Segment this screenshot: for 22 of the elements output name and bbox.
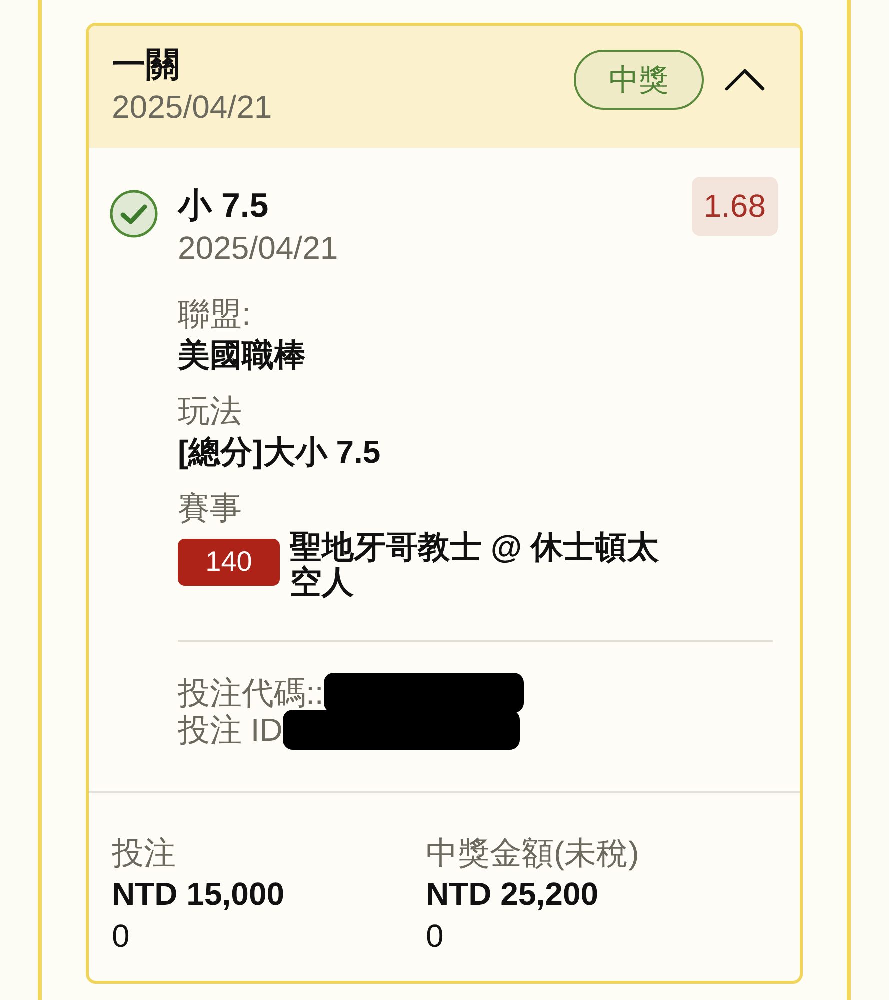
field-label: 聯盟:	[178, 294, 252, 334]
status-badge: 中獎	[574, 50, 704, 110]
summary-label: 中獎金額(未稅)	[426, 834, 640, 873]
summary-label: 投注	[112, 834, 177, 873]
selection-date: 2025/04/21	[178, 228, 340, 268]
chevron-up-icon[interactable]	[725, 69, 765, 91]
field-value: [總分]大小 7.5	[178, 433, 382, 472]
ticket-date: 2025/04/21	[112, 88, 272, 128]
ticket-title: 一關	[112, 45, 181, 86]
selection-name: 小 7.5	[178, 186, 270, 227]
code-label: 投注 ID	[178, 712, 283, 749]
field-label: 玩法	[178, 392, 243, 431]
field-label: 賽事	[178, 488, 243, 528]
match-name: 聖地牙哥教士 @ 休士頓太空人	[290, 530, 660, 600]
field-value: 美國職棒	[178, 336, 307, 376]
game-number-badge: 140	[178, 538, 280, 586]
code-label: 投注代碼::	[178, 674, 324, 712]
summary-value: 0	[426, 916, 445, 956]
summary-amount: NTD 15,000	[112, 875, 286, 914]
odds-badge: 1.68	[692, 176, 778, 236]
summary-amount: NTD 25,200	[426, 875, 600, 914]
summary-value: 0	[112, 916, 131, 956]
